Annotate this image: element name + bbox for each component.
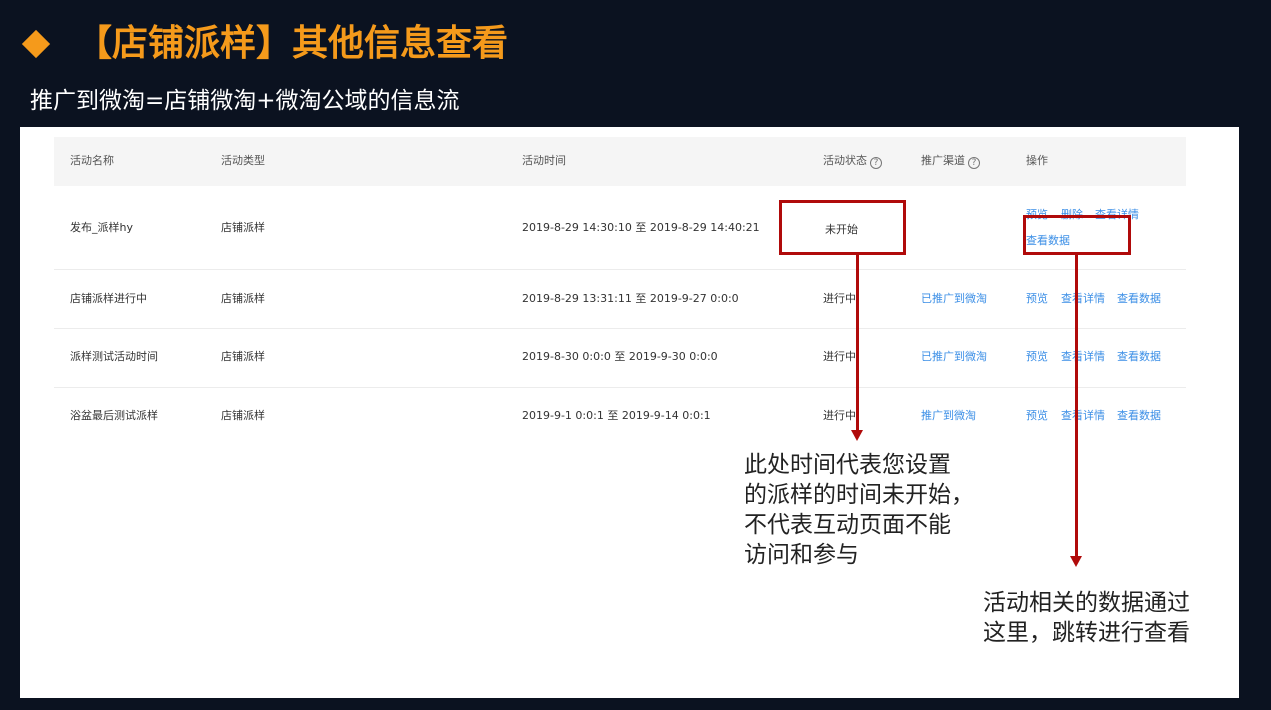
row-promotion-channel[interactable]: 已推广到微淘	[921, 292, 987, 306]
row-activity-name: 派样测试活动时间	[70, 350, 158, 363]
status-annotation: 此处时间代表您设置 的派样的时间未开始， 不代表互动页面不能 访问和参与	[744, 452, 974, 568]
header-actions: 操作	[1026, 154, 1048, 167]
header-activity-name: 活动名称	[70, 154, 114, 167]
row-promotion-channel[interactable]: 推广到微淘	[921, 409, 976, 423]
header-activity-status-label: 活动状态	[823, 154, 867, 167]
data-link-highlight-box	[1023, 215, 1131, 255]
row-activity-name: 浴盆最后测试派样	[70, 409, 158, 422]
header-promotion-channel: 推广渠道?	[921, 154, 980, 169]
arrow-down-icon	[851, 430, 863, 441]
slide-title: 【店铺派样】其他信息查看	[20, 14, 508, 74]
row-activity-name: 店铺派样进行中	[70, 292, 147, 305]
arrow-down-icon	[1070, 556, 1082, 567]
row-activity-status: 进行中	[823, 292, 856, 305]
row-activity-type: 店铺派样	[221, 350, 265, 363]
screenshot-panel: 活动名称 活动类型 活动时间 活动状态? 推广渠道? 操作 发布_派样hy 店铺…	[20, 127, 1239, 698]
view-data-link[interactable]: 查看数据	[1117, 409, 1161, 423]
view-details-link[interactable]: 查看详情	[1061, 292, 1105, 306]
preview-link[interactable]: 预览	[1026, 409, 1048, 423]
status-arrow-line	[856, 255, 859, 431]
view-details-link[interactable]: 查看详情	[1061, 350, 1105, 364]
data-arrow-line	[1075, 255, 1078, 557]
row-activity-type: 店铺派样	[221, 221, 265, 234]
header-activity-time: 活动时间	[522, 154, 566, 167]
slide-subtitle: 推广到微淘=店铺微淘+微淘公域的信息流	[30, 88, 460, 114]
help-icon[interactable]: ?	[968, 157, 980, 169]
view-details-link[interactable]: 查看详情	[1061, 409, 1105, 423]
row-activity-type: 店铺派样	[221, 409, 265, 422]
row-divider	[54, 328, 1186, 329]
row-activity-time: 2019-9-1 0:0:1 至 2019-9-14 0:0:1	[522, 409, 711, 422]
help-icon[interactable]: ?	[870, 157, 882, 169]
diamond-bullet-icon	[21, 29, 51, 59]
row-activity-status: 进行中	[823, 350, 856, 363]
preview-link[interactable]: 预览	[1026, 292, 1048, 306]
row-activity-time: 2019-8-29 13:31:11 至 2019-9-27 0:0:0	[522, 292, 739, 305]
view-data-link[interactable]: 查看数据	[1117, 292, 1161, 306]
status-highlight-box	[779, 200, 906, 255]
row-activity-time: 2019-8-30 0:0:0 至 2019-9-30 0:0:0	[522, 350, 718, 363]
row-activity-status: 进行中	[823, 409, 856, 422]
row-promotion-channel[interactable]: 已推广到微淘	[921, 350, 987, 364]
view-data-link[interactable]: 查看数据	[1117, 350, 1161, 364]
row-divider	[54, 387, 1186, 388]
header-promotion-channel-label: 推广渠道	[921, 154, 965, 167]
header-activity-status: 活动状态?	[823, 154, 882, 169]
row-activity-time: 2019-8-29 14:30:10 至 2019-8-29 14:40:21	[522, 221, 760, 234]
data-annotation: 活动相关的数据通过 这里，跳转进行查看	[983, 590, 1190, 646]
slide-title-text: 【店铺派样】其他信息查看	[76, 23, 509, 64]
row-activity-type: 店铺派样	[221, 292, 265, 305]
preview-link[interactable]: 预览	[1026, 350, 1048, 364]
header-activity-type: 活动类型	[221, 154, 265, 167]
row-activity-name: 发布_派样hy	[70, 221, 133, 234]
row-divider	[54, 269, 1186, 270]
